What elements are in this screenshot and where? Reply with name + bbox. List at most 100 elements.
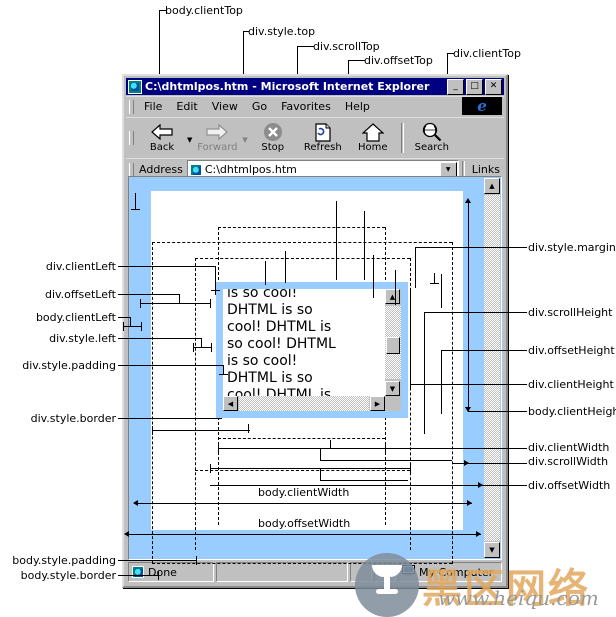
annotation-body-stylepadding: body.style.padding bbox=[12, 554, 116, 567]
scroll-up-button[interactable]: ▲ bbox=[484, 178, 500, 194]
status-progress-pane bbox=[216, 562, 348, 582]
address-value: C:\dhtmlpos.htm bbox=[204, 163, 297, 176]
annotation-div-clientheight: div.clientHeight bbox=[528, 378, 614, 391]
window-controls: _ □ ✕ bbox=[447, 78, 503, 95]
annotation-div-clientwidth: div.clientWidth bbox=[528, 441, 610, 454]
ie-document-icon bbox=[189, 163, 202, 176]
annotation-div-scrolltop: div.scrollTop bbox=[313, 40, 380, 53]
toolbar-button-search[interactable]: Search bbox=[407, 119, 457, 156]
div-scroll-down-button[interactable]: ▼ bbox=[385, 381, 400, 396]
toolbar-separator bbox=[400, 122, 404, 153]
div-hscroll-track[interactable] bbox=[239, 396, 369, 411]
annotation-body-styleborder: body.style.border bbox=[20, 569, 116, 582]
arrow-right-icon bbox=[206, 122, 229, 142]
watermark-text-url: www.heiqu.com bbox=[438, 586, 599, 610]
toolbar-button-refresh[interactable]: Refresh bbox=[298, 119, 348, 156]
div-vscroll-thumb[interactable] bbox=[386, 337, 400, 354]
div-text-line: DHTML is so bbox=[227, 370, 313, 386]
minimize-button[interactable]: _ bbox=[447, 78, 464, 95]
annotation-body-clienttop: body.clientTop bbox=[165, 4, 243, 17]
watermark-stem-shape bbox=[384, 574, 390, 590]
toolbar-button-search-label: Search bbox=[414, 142, 449, 153]
annotation-div-scrollwidth: div.scrollWidth bbox=[528, 455, 609, 468]
div-text-line: cool! DHTML is bbox=[227, 319, 332, 335]
div-vertical-scrollbar[interactable]: ▲ ▼ bbox=[385, 289, 401, 396]
annotation-div-styleborder: div.style.border bbox=[30, 412, 116, 425]
annotation-body-clientheight: body.clientHeight bbox=[528, 405, 616, 418]
toolbar-button-refresh-label: Refresh bbox=[303, 142, 342, 153]
div-scroll-up-button[interactable]: ▲ bbox=[385, 289, 400, 304]
toolbar-button-forward[interactable]: Forward bbox=[192, 119, 242, 156]
toolbar-button-forward-label: Forward bbox=[197, 142, 238, 153]
div-text-line: is so cool! bbox=[227, 353, 298, 369]
close-button[interactable]: ✕ bbox=[485, 78, 502, 95]
address-grip[interactable] bbox=[129, 162, 134, 177]
div-scroll-right-button[interactable]: ▶ bbox=[370, 396, 385, 411]
div-text-line: so cool! DHTML bbox=[227, 336, 336, 352]
title-bar[interactable]: C:\dhtmlpos.htm - Microsoft Internet Exp… bbox=[126, 78, 504, 95]
menu-item-go[interactable]: Go bbox=[245, 99, 274, 114]
arrow-left-icon bbox=[151, 122, 173, 142]
annotation-div-clienttop: div.clientTop bbox=[453, 47, 521, 60]
home-icon bbox=[361, 122, 384, 142]
watermark-base-shape bbox=[376, 589, 398, 594]
annotation-body-clientwidth: body.clientWidth bbox=[258, 486, 350, 499]
scroll-down-button[interactable]: ▼ bbox=[484, 542, 500, 558]
links-button[interactable]: Links bbox=[468, 163, 504, 176]
ie-logo-icon: e bbox=[462, 97, 502, 115]
toolbar-button-back-label: Back bbox=[149, 142, 175, 153]
page-vertical-scrollbar[interactable]: ▲ ▼ bbox=[484, 178, 500, 558]
annotation-div-stylepadding: div.style.padding bbox=[22, 359, 116, 372]
annotation-div-offsettop: div.offsetTop bbox=[364, 54, 433, 67]
annotation-div-stylemargin: div.style.margin bbox=[528, 241, 616, 254]
div-text-line: is so cool! bbox=[227, 289, 298, 301]
menu-bar: File Edit View Go Favorites Help e bbox=[126, 96, 504, 116]
annotation-div-styletop: div.style.top bbox=[248, 25, 316, 38]
toolbar-button-back[interactable]: Back bbox=[137, 119, 187, 156]
div-scroll-corner bbox=[385, 396, 401, 411]
toolbar-grip[interactable] bbox=[129, 130, 134, 145]
inner-div-text: is so cool! DHTML is so cool! DHTML is s… bbox=[227, 289, 383, 404]
annotation-div-scrollheight: div.scrollHeight bbox=[528, 306, 613, 319]
stop-icon bbox=[263, 122, 283, 142]
diagram-canvas: body.clientTop div.style.top div.scrollT… bbox=[0, 0, 616, 617]
chevron-down-icon[interactable]: ▼ bbox=[439, 162, 457, 177]
menu-item-edit[interactable]: Edit bbox=[169, 99, 204, 114]
status-zone-pane: My Computer bbox=[398, 562, 502, 582]
status-pane-2 bbox=[350, 562, 372, 582]
inner-div: is so cool! DHTML is so cool! DHTML is s… bbox=[216, 282, 408, 418]
status-zone-label: My Computer bbox=[419, 565, 494, 579]
div-scroll-left-button[interactable]: ◀ bbox=[223, 396, 238, 411]
search-icon bbox=[421, 122, 442, 142]
status-message-pane: Done bbox=[128, 562, 214, 582]
address-label: Address bbox=[139, 163, 183, 176]
my-computer-icon bbox=[402, 565, 415, 579]
div-horizontal-scrollbar[interactable]: ◀ ▶ bbox=[223, 396, 385, 411]
toolbar-button-home[interactable]: Home bbox=[348, 119, 398, 156]
toolbar-button-stop[interactable]: Stop bbox=[248, 119, 298, 156]
status-bar: Done My Computer bbox=[128, 562, 502, 582]
annotation-div-clientleft: div.clientLeft bbox=[45, 260, 116, 273]
toolbar-button-stop-label: Stop bbox=[261, 142, 285, 153]
menu-item-view[interactable]: View bbox=[205, 99, 245, 114]
annotation-div-offsetheight: div.offsetHeight bbox=[528, 344, 615, 357]
menu-item-file[interactable]: File bbox=[137, 99, 169, 114]
annotation-body-offsetwidth: body.offsetWidth bbox=[258, 517, 351, 530]
annotation-div-styleleft: div.style.left bbox=[49, 332, 116, 345]
refresh-icon bbox=[314, 122, 332, 142]
inner-div-content: is so cool! DHTML is so cool! DHTML is s… bbox=[223, 289, 401, 411]
ie-document-icon bbox=[128, 79, 142, 94]
ie-document-icon bbox=[132, 566, 144, 578]
annotation-div-offsetwidth: div.offsetWidth bbox=[528, 479, 611, 492]
window-title: C:\dhtmlpos.htm - Microsoft Internet Exp… bbox=[145, 80, 430, 93]
menu-item-help[interactable]: Help bbox=[338, 99, 377, 114]
maximize-button[interactable]: □ bbox=[466, 78, 483, 95]
status-message: Done bbox=[148, 565, 177, 579]
ie-logo-letter: e bbox=[477, 97, 487, 115]
menu-item-favorites[interactable]: Favorites bbox=[274, 99, 338, 114]
annotation-body-clientleft: body.clientLeft bbox=[35, 311, 116, 324]
toolbar-button-home-label: Home bbox=[358, 142, 388, 153]
menu-grip[interactable] bbox=[129, 99, 134, 114]
annotation-div-offsetleft: div.offsetLeft bbox=[44, 288, 116, 301]
toolbar: Back ▼ Forward ▼ Stop Refresh Home Searc… bbox=[126, 117, 504, 157]
